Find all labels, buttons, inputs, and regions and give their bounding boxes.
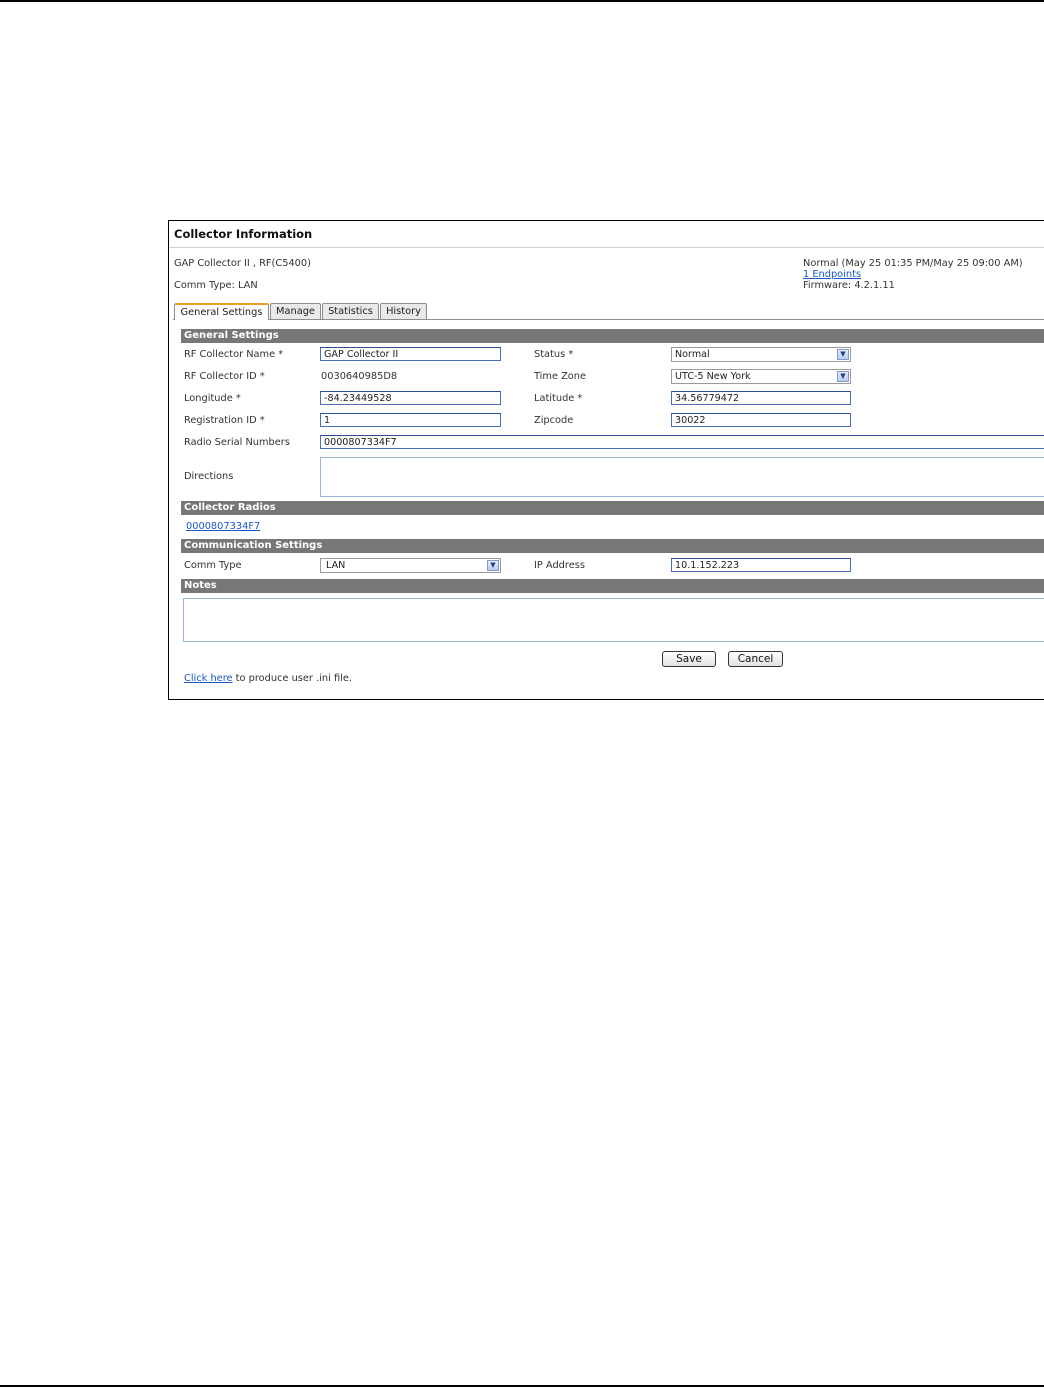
longitude-input[interactable] <box>320 391 501 405</box>
rf-collector-name-label: RF Collector Name * <box>184 349 284 360</box>
registration-id-input[interactable] <box>320 413 501 427</box>
comm-type-label: Comm Type <box>184 560 242 571</box>
latitude-input[interactable] <box>671 391 851 405</box>
tab-history[interactable]: History <box>380 303 427 319</box>
cancel-button[interactable]: Cancel <box>728 651 783 667</box>
ip-address-input[interactable] <box>671 558 851 572</box>
comm-type-select-value: LAN <box>326 560 346 571</box>
status-label: Status * <box>534 349 574 360</box>
comm-type-summary: Comm Type: LAN <box>174 280 258 291</box>
latitude-label: Latitude * <box>534 393 583 404</box>
page-bottom-rule <box>0 1385 1044 1387</box>
rf-collector-name-input[interactable] <box>320 347 501 361</box>
save-button[interactable]: Save <box>662 651 716 667</box>
section-general-settings: General Settings <box>181 329 1044 343</box>
rf-collector-id-label: RF Collector ID * <box>184 371 265 382</box>
status-select[interactable]: Normal ▼ <box>671 347 851 362</box>
section-communication-settings: Communication Settings <box>181 539 1044 553</box>
section-collector-radios: Collector Radios <box>181 501 1044 515</box>
directions-label: Directions <box>184 471 234 482</box>
tab-statistics[interactable]: Statistics <box>322 303 379 319</box>
notes-textarea[interactable] <box>183 598 1044 642</box>
click-here-link[interactable]: Click here <box>184 673 233 684</box>
page-top-rule <box>0 0 1044 2</box>
panel-title: Collector Information <box>174 227 313 241</box>
time-zone-label: Time Zone <box>534 371 587 382</box>
directions-textarea[interactable] <box>320 457 1044 497</box>
ini-file-footer-text: to produce user .ini file. <box>232 673 352 684</box>
collector-information-panel: Collector Information GAP Collector II ,… <box>168 220 1044 700</box>
tab-strip-divider <box>173 319 1044 320</box>
tab-general-settings[interactable]: General Settings <box>174 303 269 320</box>
zipcode-input[interactable] <box>671 413 851 427</box>
firmware-version: Firmware: 4.2.1.11 <box>803 280 895 291</box>
registration-id-label: Registration ID * <box>184 415 265 426</box>
chevron-down-icon[interactable]: ▼ <box>837 349 849 360</box>
radio-serial-numbers-label: Radio Serial Numbers <box>184 437 290 448</box>
tab-manage[interactable]: Manage <box>270 303 321 319</box>
rf-collector-id-value: 0030640985D8 <box>321 371 398 382</box>
radio-serial-numbers-input[interactable] <box>320 435 1044 449</box>
status-summary: Normal (May 25 01:35 PM/May 25 09:00 AM) <box>803 258 1023 269</box>
time-zone-select[interactable]: UTC-5 New York ▼ <box>671 369 851 384</box>
endpoints-link[interactable]: 1 Endpoints <box>803 269 861 280</box>
zipcode-label: Zipcode <box>534 415 574 426</box>
title-divider <box>169 247 1044 248</box>
time-zone-select-value: UTC-5 New York <box>675 371 751 382</box>
collector-radio-link[interactable]: 0000807334F7 <box>186 521 260 532</box>
longitude-label: Longitude * <box>184 393 241 404</box>
chevron-down-icon[interactable]: ▼ <box>487 560 499 571</box>
ini-file-footer: Click here to produce user .ini file. <box>184 673 352 684</box>
chevron-down-icon[interactable]: ▼ <box>837 371 849 382</box>
section-notes: Notes <box>181 579 1044 593</box>
comm-type-select[interactable]: LAN ▼ <box>320 558 501 573</box>
status-select-value: Normal <box>675 349 710 360</box>
collector-model: GAP Collector II , RF(C5400) <box>174 258 311 269</box>
ip-address-label: IP Address <box>534 560 585 571</box>
